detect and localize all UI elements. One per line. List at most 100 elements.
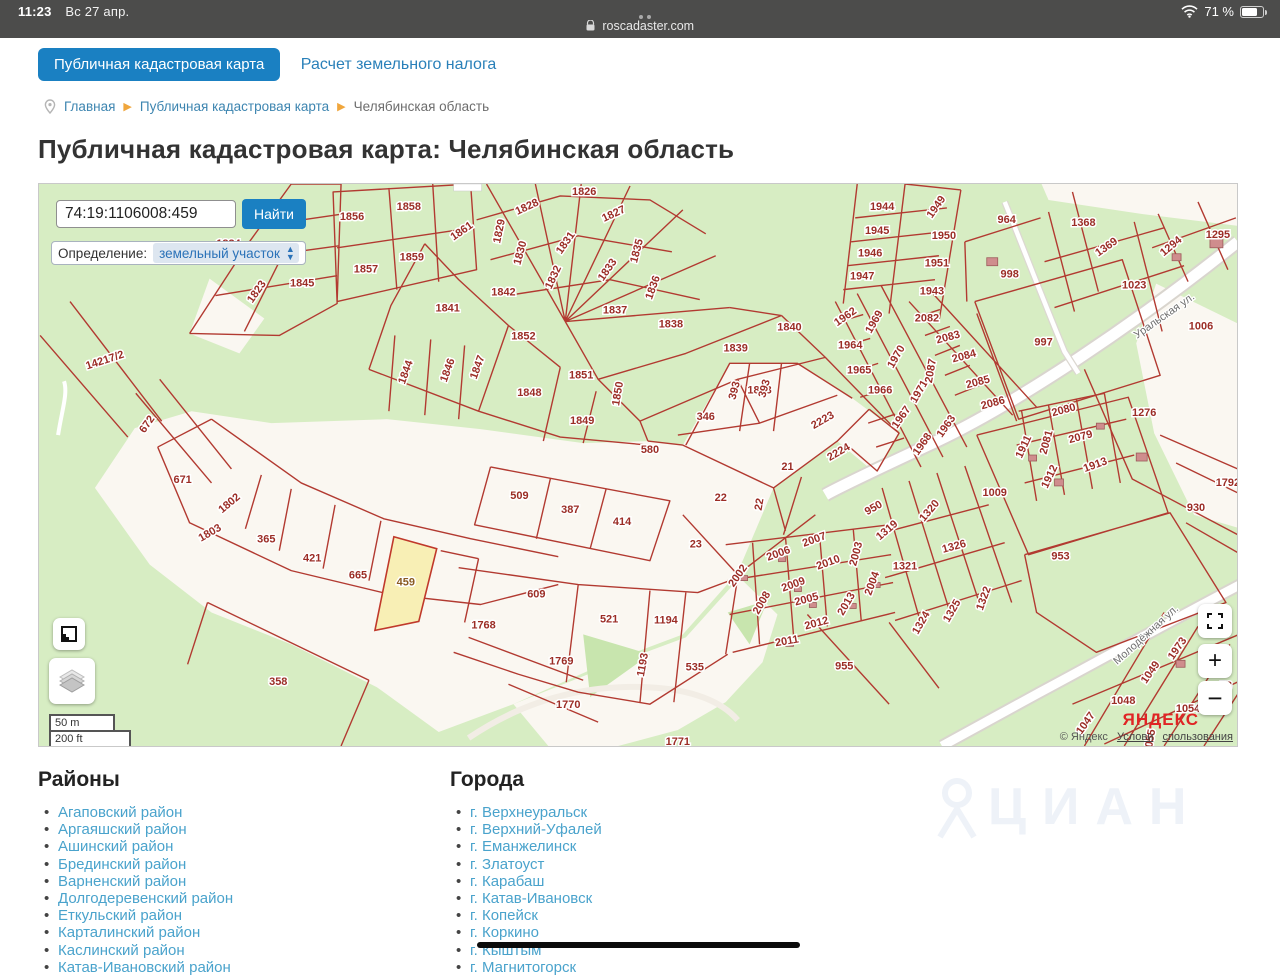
parcel-label-1848: 1848	[517, 387, 541, 399]
tab-public-cadastral-map[interactable]: Публичная кадастровая карта	[38, 48, 280, 81]
parcel-label-930: 930	[1187, 502, 1205, 514]
breadcrumb-current: Челябинская область	[354, 99, 489, 114]
parcel-label-671: 671	[173, 474, 191, 486]
breadcrumb-home[interactable]: Главная	[64, 99, 115, 114]
find-button[interactable]: Найти	[242, 199, 306, 229]
parcel-label-1769: 1769	[549, 655, 573, 667]
list-item: г. Катав-Ивановск	[450, 890, 950, 907]
cian-watermark: ЦИАН	[930, 775, 1202, 839]
scale-meters: 50 m	[49, 714, 115, 730]
list-item-link[interactable]: Катав-Ивановский район	[58, 959, 231, 976]
parcel-label-21: 21	[781, 461, 793, 473]
parcel-label-1837: 1837	[603, 305, 627, 317]
breadcrumb: Главная ▶ Публичная кадастровая карта ▶ …	[0, 81, 1280, 114]
parcel-label-1965: 1965	[847, 364, 871, 376]
cadastral-search-input[interactable]	[56, 200, 236, 228]
districts-section: Районы Агаповский районАргаяшский районА…	[38, 768, 450, 976]
fullscreen-icon	[1207, 613, 1223, 629]
list-item: Катав-Ивановский район	[38, 959, 450, 976]
list-item-link[interactable]: г. Копейск	[470, 907, 538, 924]
layers-button[interactable]	[49, 658, 95, 704]
cadastral-map[interactable]: Уральская ул.Молодёжная ул. 14217/218341…	[38, 183, 1238, 747]
parcel-label-1966: 1966	[868, 384, 892, 396]
list-item-link[interactable]: г. Катав-Ивановск	[470, 890, 592, 907]
list-item: г. Верхний-Уфалей	[450, 821, 950, 838]
parcel-label-22: 22	[715, 492, 727, 504]
tab-land-tax-calc[interactable]: Расчет земельного налога	[301, 56, 497, 74]
terms-link-a[interactable]: Услови	[1117, 731, 1153, 743]
page-title: Публичная кадастровая карта: Челябинская…	[0, 114, 1280, 165]
parcel-label-521: 521	[600, 613, 618, 625]
list-item-link[interactable]: Ашинский район	[58, 838, 173, 855]
districts-list: Агаповский районАргаяшский районАшинский…	[38, 804, 450, 976]
scale-feet: 200 ft	[49, 730, 131, 747]
breadcrumb-separator-icon: ▶	[337, 100, 345, 113]
parcel-label-414: 414	[613, 516, 632, 528]
list-item: г. Верхнеуральск	[450, 804, 950, 821]
fullscreen-button[interactable]	[1198, 604, 1232, 638]
home-indicator[interactable]	[477, 942, 800, 948]
list-item: г. Коркино	[450, 924, 950, 941]
list-item: Долгодеревенский район	[38, 890, 450, 907]
parcel-label-346: 346	[697, 411, 715, 423]
list-item-link[interactable]: Карталинский район	[58, 924, 200, 941]
list-item-link[interactable]: г. Верхнеуральск	[470, 804, 587, 821]
list-item-link[interactable]: г. Магнитогорск	[470, 959, 576, 976]
list-item: Еткульский район	[38, 907, 450, 924]
parcel-label-1839: 1839	[723, 342, 747, 354]
minimap-button[interactable]	[53, 618, 85, 650]
list-item-link[interactable]: Варненский район	[58, 873, 186, 890]
parcel-label-1852: 1852	[511, 330, 535, 342]
list-item-link[interactable]: Каслинский район	[58, 942, 185, 959]
parcel-label-1841: 1841	[435, 303, 459, 315]
list-item-link[interactable]: г. Карабаш	[470, 873, 544, 890]
parcel-label-1943: 1943	[920, 286, 944, 298]
list-item-link[interactable]: г. Еманжелинск	[470, 838, 576, 855]
list-item-link[interactable]: Еткульский район	[58, 907, 182, 924]
terms-link-b[interactable]: спользования	[1162, 731, 1233, 743]
parcel-label-1826: 1826	[572, 186, 596, 198]
list-item-link[interactable]: Брединский район	[58, 856, 186, 873]
parcel-label-1946: 1946	[858, 248, 882, 260]
status-time: 11:23	[18, 4, 52, 19]
parcel-label-1845: 1845	[290, 278, 314, 290]
parcel-label-1950: 1950	[932, 230, 956, 242]
parcel-label-421: 421	[303, 553, 321, 565]
address-url: roscadaster.com	[0, 19, 1280, 33]
parcel-label-23: 23	[690, 539, 702, 551]
list-item: г. Еманжелинск	[450, 838, 950, 855]
list-item-link[interactable]: Долгодеревенский район	[58, 890, 233, 907]
battery-icon	[1240, 6, 1264, 18]
list-item: г. Копейск	[450, 907, 950, 924]
parcel-label-580: 580	[641, 444, 659, 456]
parcel-label-1194: 1194	[654, 614, 679, 626]
parcel-label-1859: 1859	[400, 252, 424, 264]
breadcrumb-separator-icon: ▶	[123, 100, 131, 113]
parcel-label-365: 365	[257, 534, 275, 546]
parcel-label-1009: 1009	[983, 487, 1007, 499]
definition-select[interactable]: Определение: земельный участок ▲▼	[51, 241, 306, 265]
list-item: Агаповский район	[38, 804, 450, 821]
zoom-in-button[interactable]: +	[1198, 644, 1232, 678]
breadcrumb-map[interactable]: Публичная кадастровая карта	[140, 99, 329, 114]
list-item-link[interactable]: г. Златоуст	[470, 856, 544, 873]
list-item-link[interactable]: Агаповский район	[58, 804, 182, 821]
parcel-label-509: 509	[510, 490, 528, 502]
parcel-label-964: 964	[998, 214, 1017, 226]
zoom-out-button[interactable]: −	[1198, 681, 1232, 715]
map-canvas[interactable]: Уральская ул.Молодёжная ул. 14217/218341…	[39, 184, 1237, 746]
cian-pin-icon	[930, 775, 984, 839]
battery-percent: 71 %	[1204, 4, 1234, 19]
parcel-label-1964: 1964	[838, 339, 863, 351]
definition-value: земельный участок	[159, 246, 280, 261]
status-date: Вс 27 апр.	[65, 4, 129, 19]
parcel-label-1947: 1947	[850, 271, 874, 283]
list-item: Варненский район	[38, 873, 450, 890]
list-item-link[interactable]: Аргаяшский район	[58, 821, 187, 838]
parcel-label-1792: 1792	[1216, 477, 1237, 489]
list-item-link[interactable]: г. Коркино	[470, 924, 539, 941]
list-item-link[interactable]: г. Верхний-Уфалей	[470, 821, 602, 838]
parcel-label-1858: 1858	[397, 201, 421, 213]
list-item: Брединский район	[38, 856, 450, 873]
parcel-label-1368: 1368	[1071, 217, 1095, 229]
